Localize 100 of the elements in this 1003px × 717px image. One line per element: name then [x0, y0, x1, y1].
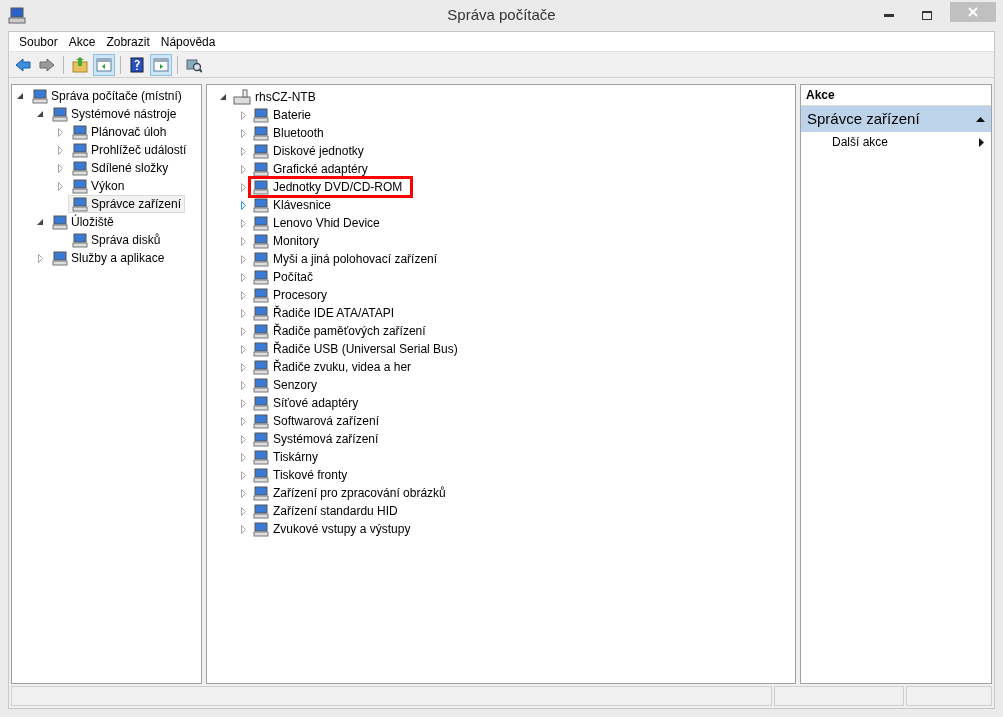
device-category[interactable]: Grafické adaptéry — [251, 161, 370, 177]
tree-item[interactable]: Správa disků — [68, 231, 165, 249]
expand-arrow-icon[interactable] — [240, 506, 246, 516]
device-category[interactable]: Monitory — [251, 233, 321, 249]
expand-arrow-icon[interactable] — [37, 253, 43, 263]
expand-arrow-icon[interactable] — [57, 127, 63, 137]
expand-arrow-icon[interactable] — [240, 488, 246, 498]
device-icon — [253, 431, 269, 447]
device-category[interactable]: Zvukové vstupy a výstupy — [251, 521, 413, 537]
expand-arrow-icon[interactable] — [57, 181, 63, 191]
device-icon — [253, 251, 269, 267]
menu-item[interactable]: Nápověda — [155, 32, 221, 51]
expand-arrow-icon[interactable] — [240, 272, 246, 282]
collapse-arrow-icon[interactable] — [220, 94, 226, 100]
menu-item[interactable]: Soubor — [14, 32, 63, 51]
action-section-header[interactable]: Správce zařízení — [801, 106, 991, 132]
device-category[interactable]: Síťové adaptéry — [251, 395, 361, 411]
expand-arrow-icon[interactable] — [240, 110, 246, 120]
expand-arrow-icon[interactable] — [240, 164, 246, 174]
computer-icon — [8, 7, 26, 24]
menu-item[interactable]: Zobrazit — [101, 32, 155, 51]
expand-arrow-icon[interactable] — [240, 344, 246, 354]
device-category[interactable]: Počítač — [251, 269, 316, 285]
device-category[interactable]: Lenovo Vhid Device — [251, 215, 382, 231]
device-icon — [253, 323, 269, 339]
collapse-arrow-icon[interactable] — [37, 111, 43, 117]
device-icon — [253, 521, 269, 537]
device-icon — [253, 125, 269, 141]
expand-arrow-icon[interactable] — [57, 163, 63, 173]
device-icon — [253, 161, 269, 177]
console-node-icon — [72, 178, 88, 194]
expand-arrow-icon[interactable] — [240, 398, 246, 408]
expand-arrow-icon[interactable] — [240, 200, 246, 210]
tree-item[interactable]: Správa počítače (místní) — [28, 87, 186, 105]
tree-item[interactable]: Sdílené složky — [68, 159, 173, 177]
expand-arrow-icon[interactable] — [240, 146, 246, 156]
device-category[interactable]: Klávesnice — [251, 197, 334, 213]
collapse-arrow-icon[interactable] — [37, 219, 43, 225]
device-icon — [253, 215, 269, 231]
console-node-icon — [52, 106, 68, 122]
device-icon — [253, 395, 269, 411]
expand-arrow-icon[interactable] — [240, 416, 246, 426]
menu-item[interactable]: Akce — [63, 32, 101, 51]
close-button[interactable] — [950, 1, 996, 22]
device-category[interactable]: Řadiče IDE ATA/ATAPI — [251, 305, 397, 321]
device-category[interactable]: Myši a jiná polohovací zařízení — [251, 251, 440, 267]
expand-arrow-icon[interactable] — [240, 380, 246, 390]
console-node-icon — [32, 88, 48, 104]
device-category[interactable]: Řadiče zvuku, videa a her — [251, 359, 414, 375]
expand-arrow-icon[interactable] — [240, 524, 246, 534]
device-category[interactable]: Baterie — [251, 107, 314, 123]
expand-arrow-icon[interactable] — [240, 434, 246, 444]
device-category[interactable]: Diskové jednotky — [251, 143, 366, 159]
tree-item[interactable]: Služby a aplikace — [48, 249, 169, 267]
tree-item[interactable]: Systémové nástroje — [48, 105, 181, 123]
computer-node[interactable]: rhsCZ-NTB — [231, 88, 318, 106]
device-category[interactable]: Systémová zařízení — [251, 431, 381, 447]
device-category[interactable]: Jednotky DVD/CD-ROM — [251, 179, 411, 195]
expand-arrow-icon[interactable] — [240, 182, 246, 192]
device-category[interactable]: Procesory — [251, 287, 330, 303]
expand-arrow-icon[interactable] — [240, 362, 246, 372]
device-icon — [253, 287, 269, 303]
tree-item[interactable]: Výkon — [68, 177, 129, 195]
console-node-icon — [72, 142, 88, 158]
device-icon — [253, 269, 269, 285]
device-category[interactable]: Zařízení pro zpracování obrázků — [251, 485, 448, 501]
expand-arrow-icon[interactable] — [240, 128, 246, 138]
device-icon — [253, 305, 269, 321]
expand-arrow-icon[interactable] — [240, 326, 246, 336]
device-category[interactable]: Zařízení standardu HID — [251, 503, 400, 519]
device-icon — [253, 341, 269, 357]
device-category[interactable]: Řadiče paměťových zařízení — [251, 323, 428, 339]
expand-arrow-icon[interactable] — [240, 236, 246, 246]
device-category[interactable]: Bluetooth — [251, 125, 326, 141]
console-node-icon — [52, 250, 68, 266]
console-node-icon — [72, 232, 88, 248]
expand-arrow-icon[interactable] — [240, 470, 246, 480]
expand-arrow-icon[interactable] — [240, 452, 246, 462]
help-icon — [129, 56, 145, 73]
expand-arrow-icon[interactable] — [240, 254, 246, 264]
tree-item[interactable]: Úložiště — [48, 213, 118, 231]
action-item[interactable]: Další akce — [801, 132, 991, 152]
window-title: Správa počítače — [447, 5, 556, 26]
tree-item[interactable]: Plánovač úloh — [68, 123, 171, 141]
close-icon — [968, 6, 978, 17]
expand-arrow-icon[interactable] — [240, 218, 246, 228]
device-category[interactable]: Tiskové fronty — [251, 467, 350, 483]
device-icon — [253, 107, 269, 123]
expand-arrow-icon[interactable] — [240, 308, 246, 318]
collapse-arrow-icon[interactable] — [17, 93, 23, 99]
device-icon — [253, 485, 269, 501]
expand-arrow-icon[interactable] — [240, 290, 246, 300]
device-category[interactable]: Řadiče USB (Universal Serial Bus) — [251, 341, 460, 357]
tree-item[interactable]: Správce zařízení — [68, 195, 186, 213]
tree-item[interactable]: Prohlížeč událostí — [68, 141, 191, 159]
device-category[interactable]: Tiskárny — [251, 449, 320, 465]
expand-arrow-icon[interactable] — [57, 145, 63, 155]
device-icon — [253, 179, 269, 195]
device-category[interactable]: Senzory — [251, 377, 320, 393]
device-category[interactable]: Softwarová zařízení — [251, 413, 382, 429]
